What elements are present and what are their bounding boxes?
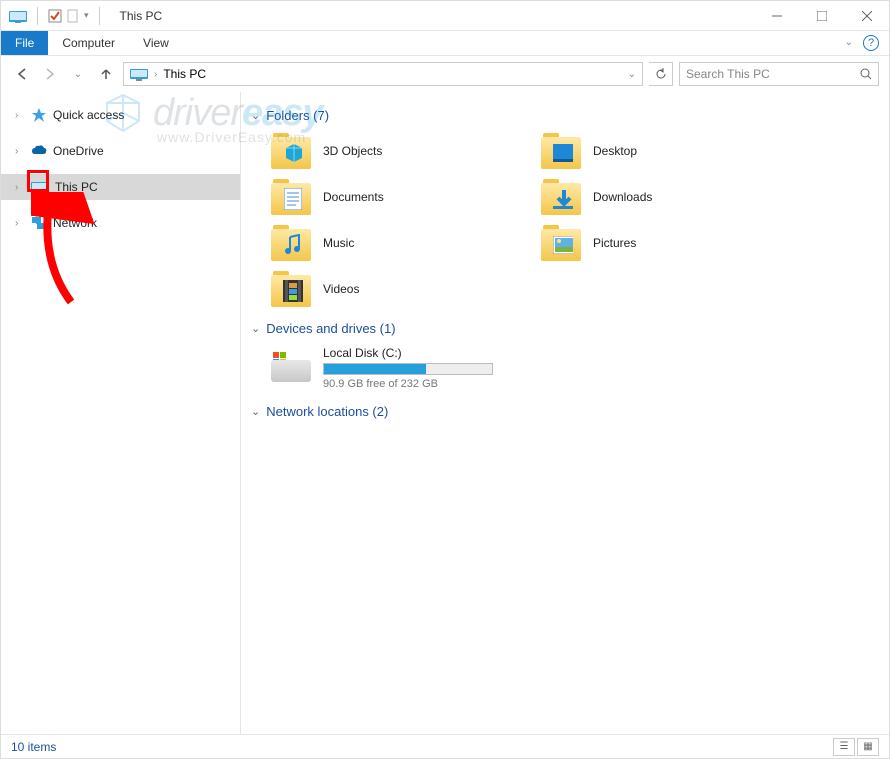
annotation-arrow (31, 192, 101, 312)
qat-checkbox-icon[interactable] (48, 9, 62, 23)
view-tiles-button[interactable]: ▦ (857, 738, 879, 756)
system-icon[interactable] (9, 9, 27, 23)
window-title: This PC (120, 9, 163, 23)
section-drives[interactable]: ⌄ Devices and drives (1) (251, 321, 879, 336)
path-dropdown-icon[interactable]: ⌄ (628, 69, 636, 80)
back-button[interactable] (11, 63, 33, 85)
search-input[interactable]: Search This PC (679, 62, 879, 86)
recent-dropdown-icon[interactable]: ⌄ (67, 63, 89, 85)
folder-pictures[interactable]: Pictures (541, 225, 791, 261)
search-icon[interactable] (860, 68, 872, 80)
cloud-icon (31, 143, 47, 159)
minimize-button[interactable] (754, 1, 799, 31)
navigation-tree: › Quick access › OneDrive › This PC › Ne… (1, 92, 241, 734)
ribbon-tab-view[interactable]: View (129, 31, 183, 55)
ribbon-expand-icon[interactable]: ⌄ (845, 37, 853, 48)
qat-dropdown-icon[interactable]: ▾ (84, 10, 89, 21)
folder-downloads[interactable]: Downloads (541, 179, 791, 215)
view-details-button[interactable]: ☰ (833, 738, 855, 756)
path-segment[interactable]: This PC (163, 67, 206, 81)
qat-new-icon[interactable] (66, 9, 80, 23)
up-button[interactable] (95, 63, 117, 85)
expand-icon[interactable]: › (15, 182, 25, 193)
chevron-down-icon[interactable]: ⌄ (251, 109, 260, 122)
section-network[interactable]: ⌄ Network locations (2) (251, 404, 879, 419)
ribbon-tab-computer[interactable]: Computer (48, 31, 129, 55)
maximize-button[interactable] (799, 1, 844, 31)
address-bar: ⌄ › This PC ⌄ Search This PC (1, 56, 889, 92)
tree-item-onedrive[interactable]: › OneDrive (1, 138, 240, 164)
search-placeholder: Search This PC (686, 67, 770, 81)
expand-icon[interactable]: › (15, 146, 25, 157)
pc-icon (130, 67, 148, 81)
chevron-down-icon[interactable]: ⌄ (251, 405, 260, 418)
expand-icon[interactable]: › (15, 110, 25, 121)
address-path[interactable]: › This PC ⌄ (123, 62, 643, 86)
close-button[interactable] (844, 1, 889, 31)
forward-button[interactable] (39, 63, 61, 85)
section-folders[interactable]: ⌄ Folders (7) (251, 108, 879, 123)
ribbon-tab-file[interactable]: File (1, 31, 48, 55)
expand-icon[interactable]: › (15, 218, 25, 229)
folder-documents[interactable]: Documents (271, 179, 521, 215)
folder-desktop[interactable]: Desktop (541, 133, 791, 169)
drive-usage-bar (323, 363, 493, 375)
status-bar: 10 items ☰ ▦ (1, 734, 889, 758)
chevron-down-icon[interactable]: ⌄ (251, 322, 260, 335)
folder-music[interactable]: Music (271, 225, 521, 261)
ribbon: File Computer View ⌄ ? (1, 31, 889, 56)
star-icon (31, 107, 47, 123)
refresh-button[interactable] (649, 62, 673, 86)
content-pane: ⌄ Folders (7) 3D Objects Desktop Documen… (241, 92, 889, 734)
folder-videos[interactable]: Videos (271, 271, 521, 307)
tree-item-quick-access[interactable]: › Quick access (1, 102, 240, 128)
ribbon-help-button[interactable]: ? (863, 35, 879, 51)
titlebar: ▾ This PC (1, 1, 889, 31)
drive-local-c[interactable]: Local Disk (C:) 90.9 GB free of 232 GB (271, 346, 879, 390)
folder-3d-objects[interactable]: 3D Objects (271, 133, 521, 169)
status-text: 10 items (11, 740, 56, 754)
